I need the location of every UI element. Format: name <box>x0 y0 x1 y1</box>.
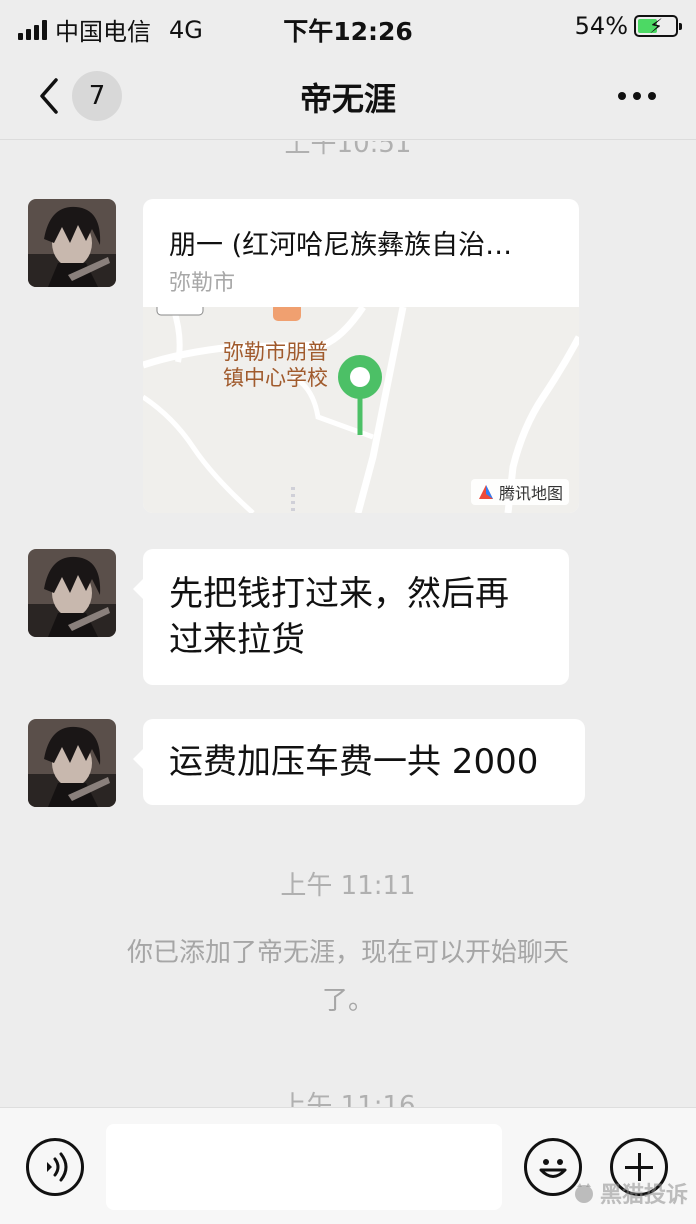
avatar-image <box>28 199 116 287</box>
cat-logo-icon <box>574 1183 593 1203</box>
map-brand: 腾讯地图 <box>470 479 569 505</box>
message-bubble[interactable]: 运费加压车费一共 2000 <box>133 719 585 805</box>
battery-percent: 54% <box>574 12 628 40</box>
avatar-image <box>28 549 116 637</box>
timestamp-mid: 上午 11:11 <box>280 871 416 901</box>
voice-button[interactable] <box>26 1138 84 1196</box>
nav-bar: 7 帝无涯 <box>0 52 696 140</box>
location-title: 朋一 (红河哈尼族彝族自治… <box>169 230 513 261</box>
avatar[interactable] <box>28 719 116 807</box>
timestamp-top: 上午10:51 <box>284 141 412 159</box>
map-label: 弥勒市朋普 镇中心学校 <box>223 340 328 390</box>
message-text: 运费加压车费一共 2000 <box>169 742 539 782</box>
tencent-map-icon <box>478 485 493 499</box>
timestamp-bottom: 上午 11:16 <box>280 1091 416 1107</box>
message-bubble[interactable]: 先把钱打过来，然后再 过来拉货 <box>133 549 569 685</box>
map-preview[interactable]: 弥勒市朋普 镇中心学校 腾讯地图 <box>143 307 579 513</box>
message-text: 先把钱打过来，然后再 过来拉货 <box>169 574 509 660</box>
location-subtitle: 弥勒市 <box>169 271 236 296</box>
charging-bolt-icon: ⚡ <box>648 14 664 38</box>
location-card[interactable]: 朋一 (红河哈尼族彝族自治… 弥勒市 弥勒市朋普 镇中心学校 腾讯地图 <box>143 199 579 513</box>
voice-icon <box>47 1152 68 1182</box>
chat-title: 帝无涯 <box>299 80 396 118</box>
avatar-image <box>28 719 116 807</box>
chat-area[interactable]: 上午10:51 朋一 (红河哈尼族彝族自治… 弥勒市 弥勒市朋普 镇中心学校 腾… <box>0 141 696 1107</box>
status-right: 54% ⚡ <box>574 12 682 40</box>
system-message: 你已添加了帝无涯，现在可以开始聊天 了。 <box>126 938 569 1016</box>
status-bar: 中国电信 4G 下午12:26 54% ⚡ <box>0 0 696 52</box>
watermark: 黑猫投诉 <box>572 1177 688 1209</box>
message-input[interactable] <box>106 1124 502 1210</box>
ellipsis-icon <box>618 92 626 100</box>
battery-icon: ⚡ <box>634 14 682 38</box>
more-button[interactable] <box>618 92 656 100</box>
avatar[interactable] <box>28 549 116 637</box>
avatar[interactable] <box>28 199 116 287</box>
